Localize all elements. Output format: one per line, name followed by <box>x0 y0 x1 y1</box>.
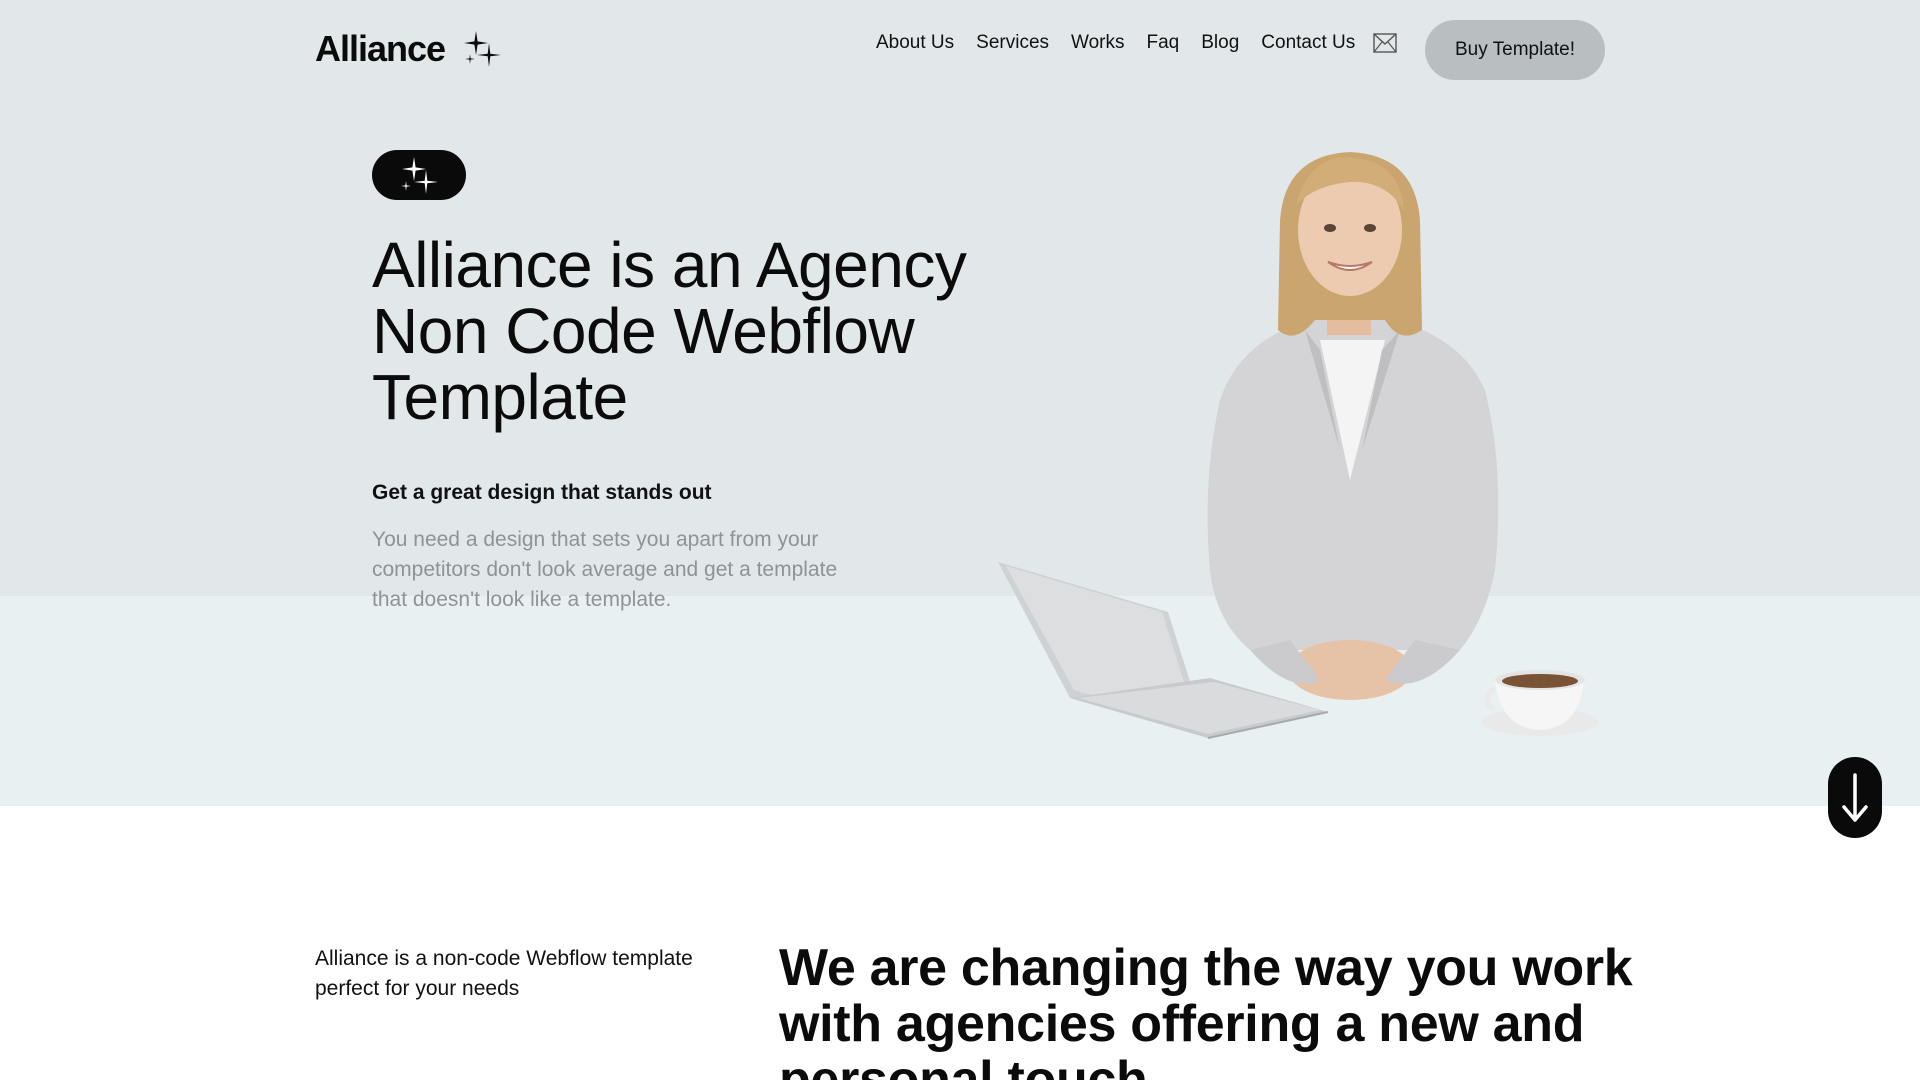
main-nav: About Us Services Works Faq Blog Contact… <box>876 32 1355 54</box>
coffee-cup-image <box>1482 670 1598 736</box>
scroll-down-button[interactable] <box>1828 757 1882 838</box>
logo-text: Alliance <box>315 28 446 69</box>
about-headline: We are changing the way you work with ag… <box>779 939 1633 1080</box>
nav-faq[interactable]: Faq <box>1147 32 1180 54</box>
hero-description: You need a design that sets you apart fr… <box>372 528 838 611</box>
hero-badge <box>372 150 466 200</box>
nav-blog[interactable]: Blog <box>1201 32 1239 54</box>
hero-illustration <box>998 152 1598 739</box>
arrow-down-icon <box>1842 772 1868 822</box>
sparkle-icon <box>464 31 502 67</box>
buy-template-button[interactable]: Buy Template! <box>1425 20 1605 80</box>
hero-title: Alliance is an Agency Non Code Webflow T… <box>372 229 967 433</box>
nav-contact-us[interactable]: Contact Us <box>1261 32 1355 54</box>
logo[interactable]: Alliance <box>315 28 502 70</box>
nav-about-us[interactable]: About Us <box>876 32 954 54</box>
mail-icon[interactable] <box>1373 33 1397 53</box>
sparkle-icon <box>401 157 438 194</box>
hero-subtitle: Get a great design that stands out <box>372 481 712 504</box>
nav-services[interactable]: Services <box>976 32 1049 54</box>
about-intro: Alliance is a non-code Webflow template … <box>315 947 693 1000</box>
nav-works[interactable]: Works <box>1071 32 1124 54</box>
